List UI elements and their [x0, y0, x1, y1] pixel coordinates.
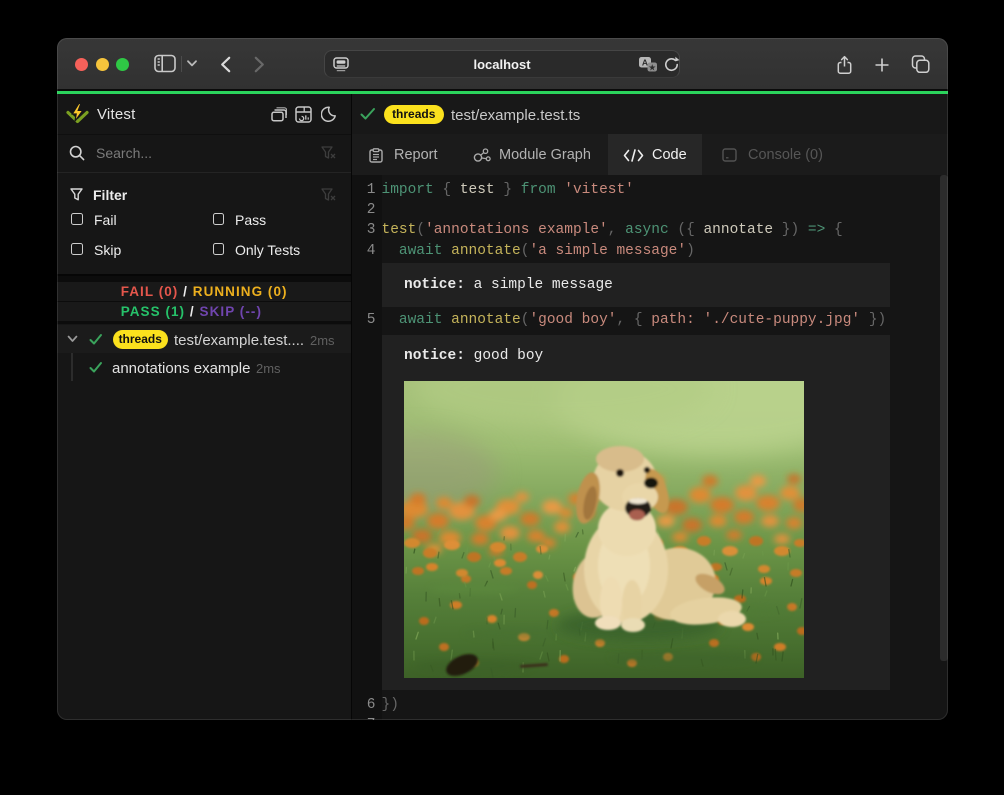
- svg-text:A: A: [642, 57, 648, 67]
